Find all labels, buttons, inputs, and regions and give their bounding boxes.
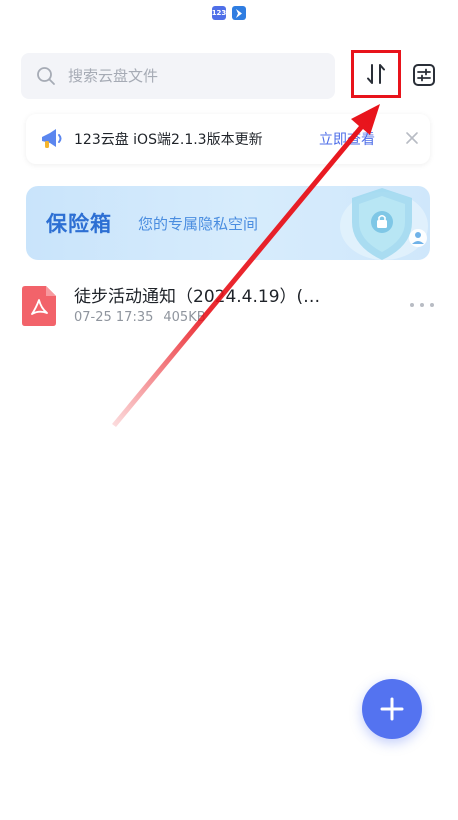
sort-icon: [367, 64, 385, 84]
vault-banner[interactable]: 保险箱 您的专属隐私空间: [26, 186, 430, 260]
vault-title: 保险箱: [46, 212, 112, 236]
file-list-item[interactable]: 徒步活动通知（2024.4.19）(… 07-25 17:35 405KB: [0, 278, 458, 336]
close-icon[interactable]: [404, 130, 420, 146]
more-dot-icon: [420, 303, 424, 307]
sort-button[interactable]: [351, 50, 401, 98]
pdf-file-icon: [22, 286, 56, 326]
search-input[interactable]: [66, 66, 310, 86]
search-bar[interactable]: [21, 53, 335, 99]
notice-text: 123云盘 iOS端2.1.3版本更新: [74, 132, 263, 148]
filter-button[interactable]: [411, 62, 437, 88]
filter-icon: [413, 64, 435, 86]
more-dot-icon: [410, 303, 414, 307]
navigation-badge-icon: [232, 6, 246, 20]
file-name: 徒步活动通知（2024.4.19）(…: [74, 287, 321, 307]
view-now-link[interactable]: 立即查看: [319, 129, 375, 149]
app-123-badge-icon: 123: [212, 6, 226, 20]
shield-lock-icon: [340, 188, 428, 260]
status-bar: 123: [0, 6, 458, 20]
update-notice: 123云盘 iOS端2.1.3版本更新 立即查看: [26, 114, 430, 164]
megaphone-icon: [42, 129, 62, 148]
more-options-button[interactable]: [410, 298, 434, 312]
file-meta: 07-25 17:35 405KB: [74, 310, 206, 325]
search-icon: [37, 67, 55, 85]
more-dot-icon: [430, 303, 434, 307]
plus-icon: [380, 697, 404, 721]
file-size: 405KB: [163, 310, 206, 325]
file-date: 07-25 17:35: [74, 310, 154, 325]
add-button[interactable]: [362, 679, 422, 739]
vault-subtitle: 您的专属隐私空间: [138, 215, 259, 233]
